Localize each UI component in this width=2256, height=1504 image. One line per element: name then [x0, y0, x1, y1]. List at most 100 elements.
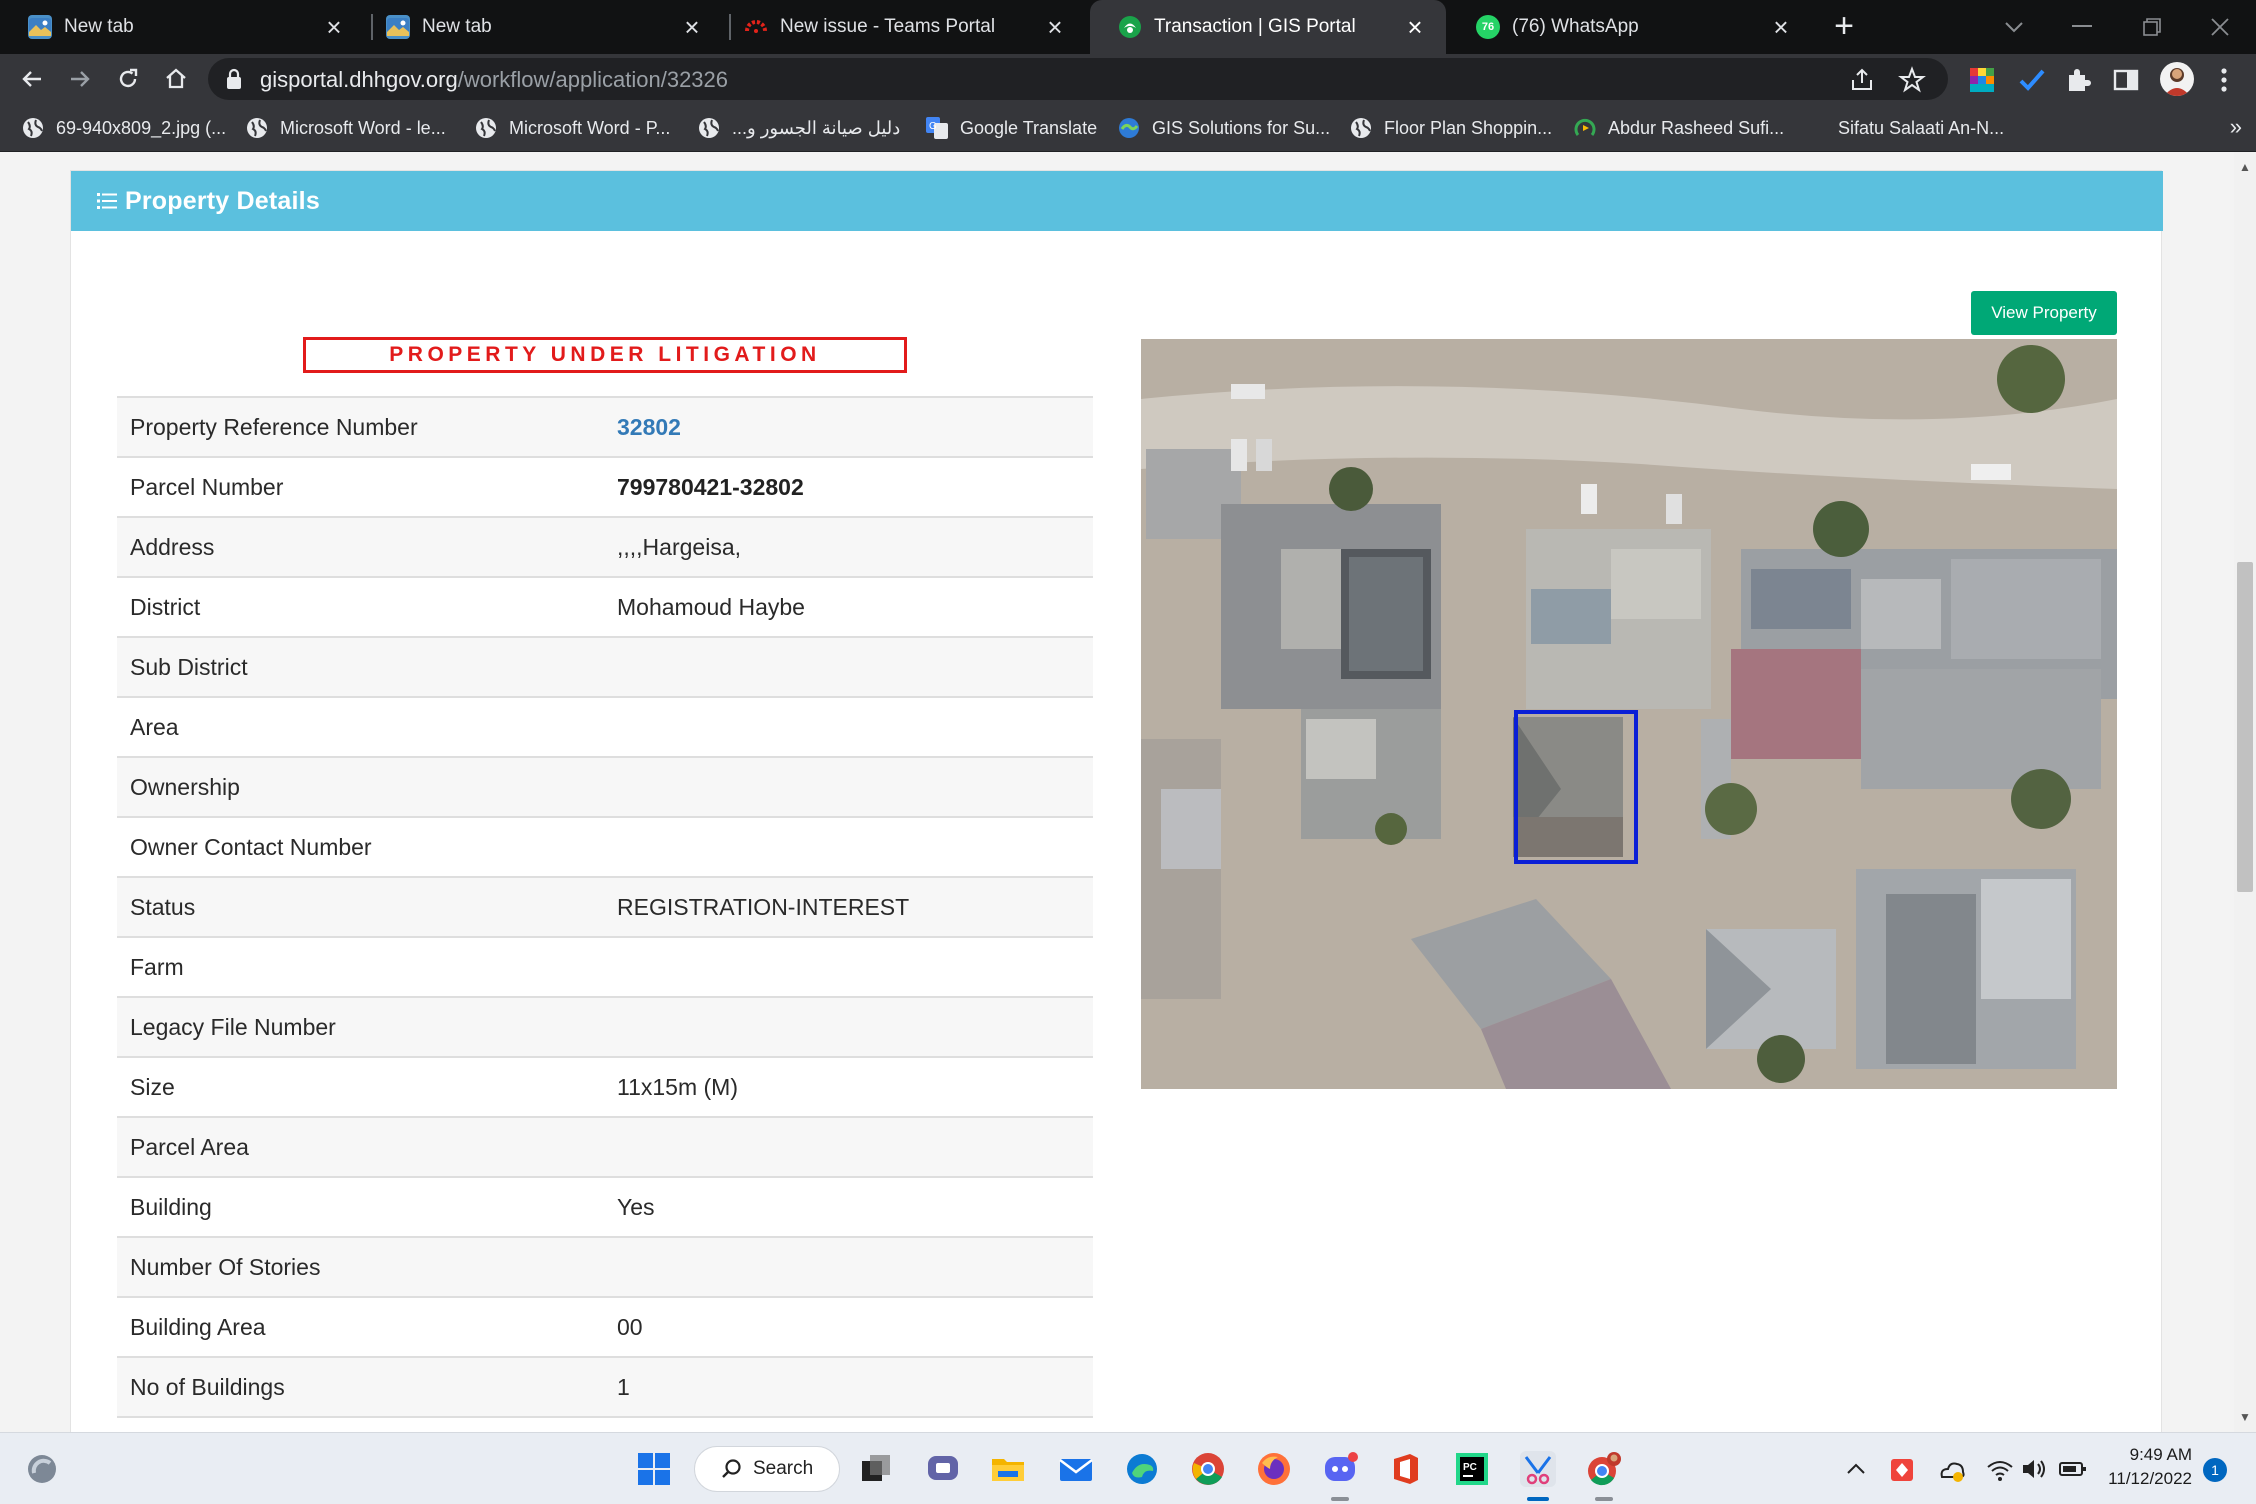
- clock-date[interactable]: 11/12/2022: [2080, 1469, 2192, 1489]
- table-row: Building Yes: [117, 1178, 1093, 1238]
- bookmark-item[interactable]: Microsoft Word - le...: [246, 114, 446, 142]
- teams-portal-icon: [744, 15, 768, 39]
- tab-title: New issue - Teams Portal: [780, 16, 996, 37]
- bookmark-label: 69-940x809_2.jpg (...: [56, 117, 227, 138]
- detail-value[interactable]: 32802: [617, 414, 1093, 441]
- detail-label: Parcel Number: [130, 473, 284, 500]
- bookmark-item[interactable]: Floor Plan Shoppin...: [1350, 114, 1552, 142]
- file-explorer-icon[interactable]: [990, 1451, 1026, 1487]
- new-tab-plus-icon[interactable]: +: [1822, 4, 1866, 48]
- podcast-icon: [1574, 117, 1596, 139]
- close-icon[interactable]: ×: [1398, 12, 1432, 43]
- aerial-map[interactable]: [1141, 339, 2117, 1089]
- close-icon[interactable]: ×: [317, 12, 351, 43]
- clock-time[interactable]: 9:49 AM: [2080, 1445, 2192, 1465]
- page-viewport: Property Details PROPERTY UNDER LITIGATI…: [0, 152, 2234, 1432]
- table-row: Address ,,,,Hargeisa,: [117, 518, 1093, 578]
- bookmark-star-icon[interactable]: [1898, 66, 1926, 94]
- detail-label: Status: [130, 893, 196, 920]
- detail-value: ,,,,Hargeisa,: [617, 533, 741, 560]
- mail-icon[interactable]: [1058, 1451, 1094, 1487]
- firefox-icon[interactable]: [1256, 1451, 1292, 1487]
- home-icon: [166, 68, 186, 89]
- restore-icon[interactable]: [2118, 0, 2186, 54]
- notification-badge[interactable]: 1: [2203, 1458, 2227, 1482]
- checkmark-extension-icon[interactable]: [2018, 66, 2046, 94]
- teams-chat-icon[interactable]: [925, 1451, 961, 1487]
- detail-label: Address: [130, 533, 215, 560]
- windows-start-icon[interactable]: [636, 1451, 672, 1487]
- tab-gis-portal[interactable]: Transaction | GIS Portal ×: [1090, 0, 1446, 54]
- bookmark-label: Microsoft Word - le...: [280, 117, 446, 138]
- browser-tab-strip: New tab × New tab × New issue - Teams Po…: [0, 0, 2256, 54]
- close-icon[interactable]: ×: [675, 12, 709, 43]
- scroll-thumb[interactable]: [2237, 562, 2253, 892]
- discord-icon[interactable]: [1322, 1451, 1358, 1487]
- forward-button[interactable]: [58, 57, 102, 101]
- office-icon[interactable]: [1388, 1451, 1424, 1487]
- running-indicator: [1331, 1497, 1349, 1501]
- tab-teams-portal[interactable]: New issue - Teams Portal ×: [716, 0, 1086, 54]
- bookmark-item[interactable]: Sifatu Salaati An-N...: [1838, 114, 2004, 142]
- bookmark-item[interactable]: 69-940x809_2.jpg (...: [22, 114, 226, 142]
- bookmark-item[interactable]: GIS Solutions for Su...: [1118, 114, 1330, 142]
- reload-button[interactable]: [106, 57, 150, 101]
- taskbar-search-button[interactable]: Search: [694, 1446, 840, 1492]
- tab-new-tab-2[interactable]: New tab ×: [358, 0, 723, 54]
- profile-avatar[interactable]: [2160, 62, 2194, 96]
- bookmark-item[interactable]: Abdur Rasheed Sufi...: [1574, 114, 1784, 142]
- bookmark-item[interactable]: G Google Translate: [926, 114, 1097, 142]
- table-row: Sub District: [117, 638, 1093, 698]
- detail-value: 11x15m (M): [617, 1073, 738, 1100]
- list-icon: [97, 193, 117, 209]
- bookmark-item[interactable]: دليل صيانة الجسور و...: [698, 114, 900, 142]
- scroll-up-arrow-icon[interactable]: ▲: [2234, 156, 2256, 178]
- edge-browser-icon[interactable]: [1124, 1451, 1160, 1487]
- panel-title: Property Details: [125, 186, 320, 215]
- anydesk-tray-icon[interactable]: [1888, 1451, 1916, 1487]
- address-bar[interactable]: gisportal.dhhgov.org/workflow/applicatio…: [208, 58, 1948, 100]
- side-panel-icon[interactable]: [2112, 66, 2140, 94]
- window-close-icon[interactable]: [2186, 0, 2254, 54]
- tab-search-chevron-icon[interactable]: [1980, 0, 2048, 54]
- extensions-puzzle-icon[interactable]: [2064, 66, 2092, 94]
- close-icon[interactable]: ×: [1038, 12, 1072, 43]
- table-row: Area: [117, 698, 1093, 758]
- view-property-button[interactable]: View Property: [1971, 291, 2117, 335]
- back-button[interactable]: [10, 57, 54, 101]
- chrome-icon[interactable]: [1190, 1451, 1226, 1487]
- volume-icon[interactable]: [2020, 1451, 2048, 1487]
- tab-whatsapp[interactable]: 76 (76) WhatsApp ×: [1448, 0, 1812, 54]
- panel-header: Property Details: [71, 171, 2163, 231]
- task-view-icon[interactable]: [858, 1451, 894, 1487]
- home-button[interactable]: [154, 57, 198, 101]
- table-row: Owner Contact Number: [117, 818, 1093, 878]
- close-icon[interactable]: ×: [1764, 12, 1798, 43]
- show-hidden-icons-chevron-icon[interactable]: [1842, 1451, 1870, 1487]
- table-row: Property Reference Number 32802: [117, 398, 1093, 458]
- color-extension-icon[interactable]: [1968, 66, 1996, 94]
- widgets-icon[interactable]: [24, 1451, 60, 1487]
- detail-value: 799780421-32802: [617, 473, 804, 500]
- detail-value: 00: [617, 1313, 643, 1340]
- bookmark-item[interactable]: Microsoft Word - P...: [475, 114, 670, 142]
- running-indicator: [1595, 1497, 1613, 1501]
- bookmarks-overflow-icon[interactable]: »: [2230, 114, 2242, 140]
- wifi-icon[interactable]: [1986, 1451, 2014, 1487]
- scroll-down-arrow-icon[interactable]: ▼: [2234, 1406, 2256, 1428]
- bookmark-label: Sifatu Salaati An-N...: [1838, 117, 2005, 138]
- snipping-tool-icon[interactable]: [1520, 1451, 1556, 1487]
- arrow-right-icon: [71, 71, 90, 87]
- onedrive-warning-icon[interactable]: [1938, 1451, 1966, 1487]
- detail-label: Size: [130, 1073, 175, 1100]
- chrome-profile-icon[interactable]: [1586, 1451, 1622, 1487]
- more-options-icon[interactable]: [2214, 66, 2234, 94]
- url-path: /workflow/application/32326: [457, 67, 729, 92]
- minimize-icon[interactable]: [2048, 0, 2116, 54]
- share-icon[interactable]: [1848, 66, 1876, 94]
- pycharm-icon[interactable]: PC: [1454, 1451, 1490, 1487]
- page-scrollbar[interactable]: ▲ ▼: [2234, 152, 2256, 1432]
- tab-title: New tab: [422, 16, 492, 37]
- tab-title: Transaction | GIS Portal: [1154, 16, 1356, 37]
- tab-new-tab-1[interactable]: New tab ×: [0, 0, 365, 54]
